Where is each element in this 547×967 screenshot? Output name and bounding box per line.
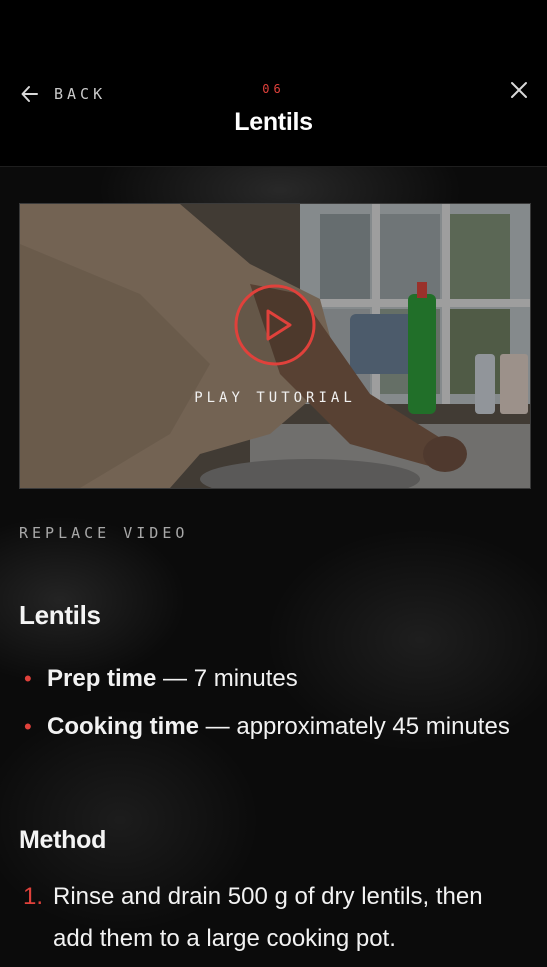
fact-value: — approximately 45 minutes bbox=[199, 713, 510, 740]
list-item: • Prep time — 7 minutes bbox=[19, 658, 519, 699]
fact-key: Cooking time bbox=[47, 713, 200, 740]
header: BACK 06 Lentils bbox=[0, 0, 547, 167]
list-item: 1. Rinse and drain 500 g of dry lentils, … bbox=[19, 876, 524, 960]
fact-key: Prep time bbox=[47, 665, 157, 692]
step-text: Rinse and drain 500 g of dry lentils, th… bbox=[53, 883, 483, 952]
play-tutorial-label: PLAY TUTORIAL bbox=[194, 390, 356, 406]
method-steps-list: 1. Rinse and drain 500 g of dry lentils, … bbox=[19, 876, 524, 960]
step-number: 06 bbox=[262, 82, 285, 96]
fact-value: — 7 minutes bbox=[156, 665, 298, 692]
page-title: Lentils bbox=[234, 108, 313, 136]
bullet: • bbox=[24, 714, 32, 739]
play-icon[interactable] bbox=[234, 284, 316, 366]
recipe-step-page: BACK 06 Lentils PLAY TUTORIAL REPLACE VI… bbox=[0, 0, 547, 967]
recipe-heading: Lentils bbox=[19, 600, 101, 630]
step-index: 1. bbox=[23, 883, 44, 910]
close-icon[interactable] bbox=[509, 80, 529, 100]
replace-video-button[interactable]: REPLACE VIDEO bbox=[19, 524, 188, 542]
method-heading: Method bbox=[19, 826, 107, 854]
list-item: • Cooking time — approximately 45 minutes bbox=[19, 706, 519, 747]
recipe-facts-list: • Prep time — 7 minutes • Cooking time — a… bbox=[19, 658, 519, 754]
video-player[interactable]: PLAY TUTORIAL bbox=[19, 203, 531, 489]
bullet: • bbox=[24, 666, 32, 691]
